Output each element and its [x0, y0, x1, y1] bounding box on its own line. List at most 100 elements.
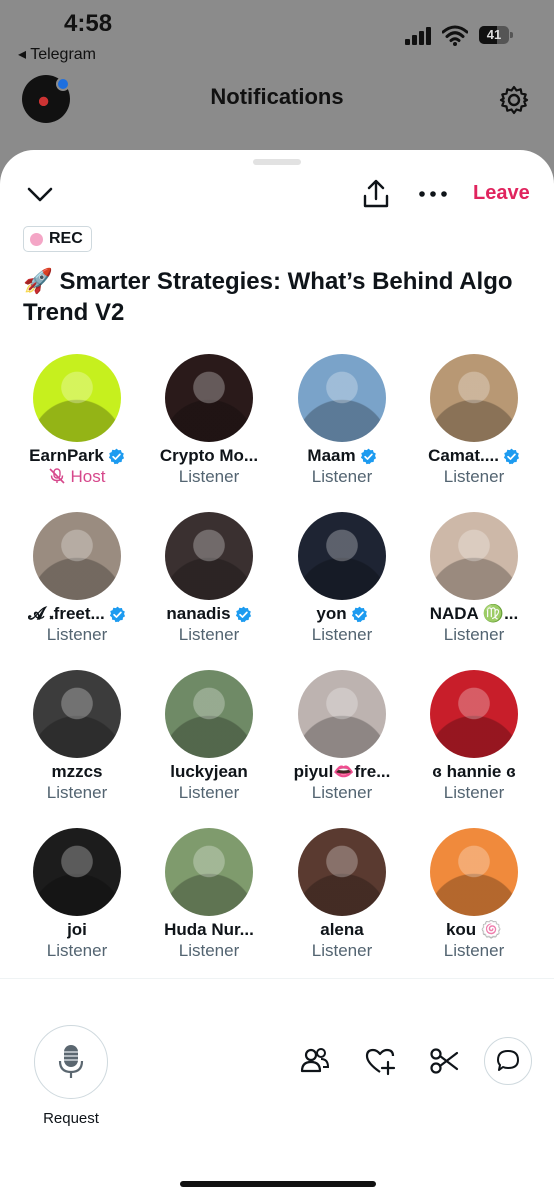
participant-tile[interactable]: NADA ♍... Listener	[408, 512, 540, 645]
participant-name-row: mzzcs	[11, 762, 143, 782]
rec-dot	[30, 232, 43, 246]
participant-avatar	[165, 512, 253, 600]
participant-name: joi	[67, 920, 87, 939]
more-icon[interactable]	[418, 186, 448, 202]
participant-tile[interactable]: Huda Nur... Listener	[143, 828, 275, 961]
participant-role-label: Listener	[178, 941, 240, 960]
participant-role: Listener	[408, 625, 540, 645]
participant-name: yon	[316, 604, 347, 623]
heart-plus-icon[interactable]	[364, 1045, 396, 1077]
participant-name-row: alena	[276, 920, 408, 940]
participant-name-row: nanadis	[143, 604, 275, 624]
leave-button[interactable]: Leave	[473, 182, 530, 205]
mic-off-icon	[48, 468, 65, 484]
participant-name-row: EarnPark	[11, 446, 143, 466]
participant-tile[interactable]: EarnPark Host	[11, 354, 143, 487]
participant-name: 𝓐 ⸼freet...	[28, 604, 105, 623]
sheet-grabber[interactable]	[253, 159, 301, 165]
participant-role: Listener	[143, 467, 275, 487]
verified-badge-icon	[235, 606, 251, 622]
microphone-icon	[58, 1045, 84, 1078]
participant-name-row: ɞ hannie ɞ	[408, 762, 540, 782]
participant-avatar	[165, 670, 253, 758]
participant-tile[interactable]: piyul👄fre... Listener	[276, 670, 408, 803]
home-indicator	[180, 1181, 376, 1187]
chat-button[interactable]	[484, 1037, 532, 1085]
request-mic-button[interactable]	[34, 1025, 108, 1099]
scissors-icon[interactable]	[428, 1045, 460, 1077]
participant-avatar	[298, 828, 386, 916]
participant-role: Listener	[143, 941, 275, 961]
participant-role: Listener	[408, 941, 540, 961]
participant-role: Listener	[276, 625, 408, 645]
participant-avatar	[33, 828, 121, 916]
participant-name: mzzcs	[51, 762, 103, 781]
participant-name-row: joi	[11, 920, 143, 940]
chat-icon	[497, 1050, 519, 1071]
back-to-app-link[interactable]: ◂ Telegram	[18, 44, 96, 64]
participant-name-row: yon	[276, 604, 408, 624]
footer-divider	[0, 978, 554, 979]
gear-icon[interactable]	[498, 84, 530, 116]
participant-role-label: Listener	[178, 783, 240, 802]
participant-role-label: Listener	[311, 467, 373, 486]
cellular-signal-icon	[405, 27, 435, 45]
verified-badge-icon	[503, 448, 519, 464]
people-icon[interactable]	[299, 1045, 331, 1077]
participant-role: Listener	[143, 783, 275, 803]
participant-name: NADA ♍...	[429, 604, 519, 623]
status-time: 4:58	[64, 10, 113, 37]
participant-tile[interactable]: kou 🍥 Listener	[408, 828, 540, 961]
status-bar: 4:58 ◂ Telegram 41	[0, 0, 554, 70]
participant-name: nanadis	[166, 604, 231, 623]
participant-tile[interactable]: Maam Listener	[276, 354, 408, 487]
participant-avatar	[33, 512, 121, 600]
verified-badge-icon	[360, 448, 376, 464]
battery-icon: 41	[479, 26, 513, 44]
participant-name: ɞ hannie ɞ	[432, 762, 516, 781]
participant-tile[interactable]: alena Listener	[276, 828, 408, 961]
participant-avatar	[165, 828, 253, 916]
participant-name-row: luckyjean	[143, 762, 275, 782]
participant-avatar	[33, 354, 121, 442]
participant-avatar	[298, 670, 386, 758]
request-label: Request	[43, 1110, 99, 1127]
participant-role-label: Listener	[311, 941, 373, 960]
participant-tile[interactable]: Crypto Mo... Listener	[143, 354, 275, 487]
verified-badge-icon	[108, 448, 124, 464]
chevron-down-icon[interactable]	[26, 180, 54, 208]
participant-avatar	[298, 512, 386, 600]
participant-name-row: Camat....	[408, 446, 540, 466]
participant-name: luckyjean	[170, 762, 248, 781]
participant-role: Listener	[11, 941, 143, 961]
participant-tile[interactable]: Camat.... Listener	[408, 354, 540, 487]
participant-role-label: Listener	[443, 467, 505, 486]
participant-avatar	[430, 828, 518, 916]
participant-name: kou 🍥	[445, 920, 503, 939]
participant-name-row: kou 🍥	[408, 920, 540, 940]
space-title: 🚀 Smarter Strategies: What’s Behind Algo…	[23, 268, 513, 326]
participant-tile[interactable]: mzzcs Listener	[11, 670, 143, 803]
participant-role: Listener	[408, 783, 540, 803]
participant-role: Host	[11, 467, 143, 487]
participant-role: Listener	[143, 625, 275, 645]
participant-tile[interactable]: yon Listener	[276, 512, 408, 645]
participant-role-label: Listener	[443, 625, 505, 644]
participant-role: Listener	[408, 467, 540, 487]
participant-tile[interactable]: ɞ hannie ɞ Listener	[408, 670, 540, 803]
participant-tile[interactable]: nanadis Listener	[143, 512, 275, 645]
share-icon[interactable]	[360, 178, 392, 210]
participant-name: Crypto Mo...	[159, 446, 259, 465]
participant-tile[interactable]: joi Listener	[11, 828, 143, 961]
participant-name-row: Huda Nur...	[143, 920, 275, 940]
participant-role-label: Host	[70, 467, 106, 486]
participant-tile[interactable]: 𝓐 ⸼freet... Listener	[11, 512, 143, 645]
participant-role-label: Listener	[178, 467, 240, 486]
participant-avatar	[298, 354, 386, 442]
participant-name: Maam	[307, 446, 356, 465]
participant-name-row: NADA ♍...	[408, 604, 540, 624]
participant-avatar	[430, 512, 518, 600]
participant-role-label: Listener	[46, 625, 108, 644]
participant-tile[interactable]: luckyjean Listener	[143, 670, 275, 803]
participant-role: Listener	[276, 467, 408, 487]
